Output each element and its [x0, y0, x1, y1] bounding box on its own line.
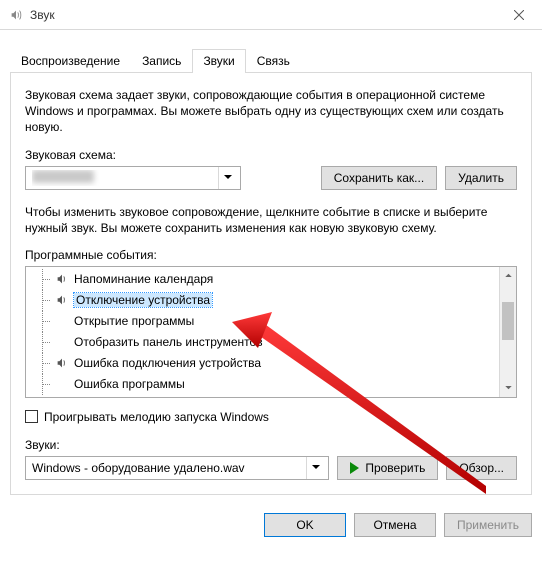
event-label: Напоминание календаря — [74, 272, 213, 286]
tab-bar: Воспроизведение Запись Звуки Связь — [10, 48, 532, 72]
save-as-button[interactable]: Сохранить как... — [321, 166, 437, 190]
cancel-button[interactable]: Отмена — [354, 513, 436, 537]
scroll-up-button[interactable] — [500, 267, 516, 284]
ok-button[interactable]: OK — [264, 513, 346, 537]
tree-connector — [38, 332, 50, 353]
tree-connector — [38, 311, 50, 332]
scroll-track[interactable] — [500, 284, 516, 380]
speaker-icon — [54, 271, 70, 287]
tab-sounds[interactable]: Звуки — [192, 49, 245, 73]
delete-button[interactable]: Удалить — [445, 166, 517, 190]
event-label: Отобразить панель инструментов — [74, 335, 263, 349]
tree-connector — [38, 353, 50, 374]
test-button-label: Проверить — [365, 461, 425, 475]
scroll-thumb[interactable] — [502, 302, 514, 340]
test-button[interactable]: Проверить — [337, 456, 438, 480]
apply-button[interactable]: Применить — [444, 513, 532, 537]
sound-file-value: Windows - оборудование удалено.wav — [32, 461, 302, 475]
blank-icon — [54, 313, 70, 329]
event-item[interactable]: Напоминание календаря — [26, 269, 499, 290]
chevron-down-icon — [218, 167, 236, 189]
speaker-icon — [54, 355, 70, 371]
startup-sound-checkbox[interactable] — [25, 410, 38, 423]
sounds-panel: Звуковая схема задает звуки, сопровождаю… — [10, 72, 532, 495]
event-label: Ошибка подключения устройства — [74, 356, 261, 370]
tab-record[interactable]: Запись — [131, 49, 192, 73]
event-item[interactable]: Отключение устройства — [26, 290, 499, 311]
tree-connector — [38, 290, 50, 311]
play-icon — [350, 462, 359, 474]
scrollbar[interactable] — [499, 267, 516, 397]
speaker-icon — [8, 7, 24, 23]
title-bar: Звук — [0, 0, 542, 30]
tab-playback[interactable]: Воспроизведение — [10, 49, 131, 73]
tab-communications[interactable]: Связь — [246, 49, 301, 73]
event-item[interactable]: Отобразить панель инструментов — [26, 332, 499, 353]
event-label: Ошибка программы — [74, 377, 185, 391]
window-title: Звук — [30, 8, 496, 22]
scheme-value-blurred — [32, 170, 94, 183]
event-item[interactable]: Ошибка программы — [26, 374, 499, 395]
events-description: Чтобы изменить звуковое сопровождение, щ… — [25, 204, 517, 236]
scheme-dropdown[interactable] — [25, 166, 241, 190]
events-label: Программные события: — [25, 248, 517, 262]
chevron-down-icon — [306, 457, 324, 479]
scroll-down-button[interactable] — [500, 380, 516, 397]
event-item[interactable]: Ошибка подключения устройства — [26, 353, 499, 374]
event-item[interactable]: Открытие программы — [26, 311, 499, 332]
startup-sound-label: Проигрывать мелодию запуска Windows — [44, 410, 269, 424]
tree-connector — [38, 269, 50, 290]
events-listbox[interactable]: Напоминание календаря Отключение устройст… — [25, 266, 517, 398]
scheme-label: Звуковая схема: — [25, 148, 517, 162]
sound-file-dropdown[interactable]: Windows - оборудование удалено.wav — [25, 456, 329, 480]
close-button[interactable] — [496, 0, 542, 30]
blank-icon — [54, 376, 70, 392]
dialog-button-row: OK Отмена Применить — [0, 505, 542, 547]
sounds-label: Звуки: — [25, 438, 517, 452]
scheme-description: Звуковая схема задает звуки, сопровождаю… — [25, 87, 517, 136]
speaker-icon — [54, 292, 70, 308]
event-label: Отключение устройства — [74, 293, 212, 307]
blank-icon — [54, 334, 70, 350]
browse-button[interactable]: Обзор... — [446, 456, 517, 480]
event-label: Открытие программы — [74, 314, 194, 328]
tree-connector — [38, 374, 50, 395]
